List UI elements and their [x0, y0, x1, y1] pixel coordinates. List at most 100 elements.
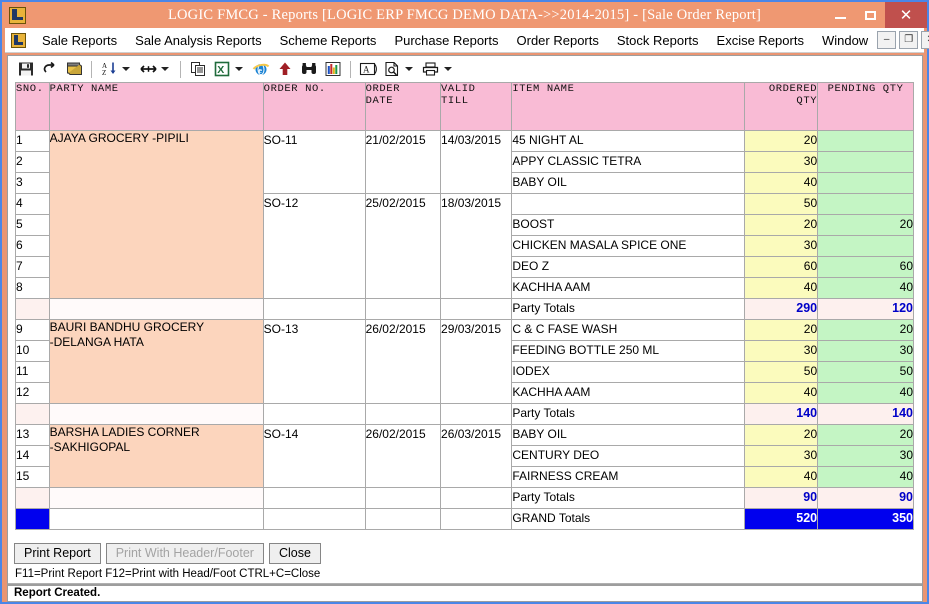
column-header-party-name[interactable]: PARTY NAME	[49, 83, 263, 131]
internet-explorer-icon[interactable]: e	[249, 58, 273, 80]
cell-sno: 6	[16, 236, 50, 257]
report-grid-container[interactable]: SNO. PARTY NAME ORDER NO. ORDER DATE VAL…	[15, 82, 918, 541]
cell-valid-till: 26/03/2015	[441, 425, 512, 488]
cell-item-name: CHICKEN MASALA SPICE ONE	[512, 236, 744, 257]
cell-ordered-qty: 90	[744, 488, 817, 509]
cell-item-name	[512, 194, 744, 215]
report-button-bar: Print Report Print With Header/Footer Cl…	[8, 541, 922, 565]
table-row[interactable]: 9BAURI BANDHU GROCERY -DELANGA HATASO-13…	[16, 320, 914, 341]
cell-party-name: BARSHA LADIES CORNER -SAKHIGOPAL	[49, 425, 263, 488]
menu-item-purchase-reports[interactable]: Purchase Reports	[385, 31, 507, 50]
cell-ordered-qty: 30	[744, 341, 817, 362]
cell-valid-till: 29/03/2015	[441, 320, 512, 404]
column-header-sno[interactable]: SNO.	[16, 83, 50, 131]
save-icon[interactable]	[14, 58, 38, 80]
cell-party-name: AJAYA GROCERY -PIPILI	[49, 131, 263, 299]
column-header-pending-qty[interactable]: PENDING QTY	[818, 83, 914, 131]
menu-item-order-reports[interactable]: Order Reports	[508, 31, 608, 50]
excel-export-icon[interactable]: X	[210, 58, 234, 80]
close-button[interactable]: Close	[269, 543, 321, 564]
print-preview-dropdown-icon[interactable]	[405, 67, 413, 71]
menu-item-scheme-reports[interactable]: Scheme Reports	[271, 31, 386, 50]
cell-sno	[16, 404, 50, 425]
party-total-row[interactable]: Party Totals290120	[16, 299, 914, 320]
undo-icon[interactable]	[38, 58, 62, 80]
excel-dropdown-icon[interactable]	[235, 67, 243, 71]
menu-item-window[interactable]: Window	[813, 31, 877, 50]
cell-order-no: SO-13	[263, 320, 365, 404]
grand-total-row[interactable]: GRAND Totals520350	[16, 509, 914, 530]
party-total-row[interactable]: Party Totals9090	[16, 488, 914, 509]
mdi-restore-button[interactable]: ❐	[899, 31, 918, 49]
column-header-order-date[interactable]: ORDER DATE	[365, 83, 440, 131]
application-window: LOGIC FMCG - Reports [LOGIC ERP FMCG DEM…	[0, 0, 929, 604]
print-preview-icon[interactable]	[380, 58, 404, 80]
sort-dropdown-icon[interactable]	[122, 67, 130, 71]
column-header-ordered-qty[interactable]: ORDERED QTY	[744, 83, 817, 131]
cell-party-name	[49, 488, 263, 509]
printer-dropdown-icon[interactable]	[444, 67, 452, 71]
cell-order-no: SO-12	[263, 194, 365, 299]
cell-sno: 8	[16, 278, 50, 299]
cell-sno: 9	[16, 320, 50, 341]
fit-width-icon[interactable]	[136, 58, 160, 80]
table-row[interactable]: 13BARSHA LADIES CORNER -SAKHIGOPALSO-142…	[16, 425, 914, 446]
cell-pending-qty: 30	[818, 341, 914, 362]
mdi-minimize-button[interactable]: –	[877, 31, 896, 49]
cell-sno	[16, 509, 50, 530]
copy-icon[interactable]	[186, 58, 210, 80]
cell-item-name: KACHHA AAM	[512, 278, 744, 299]
table-row[interactable]: 1AJAYA GROCERY -PIPILISO-1121/02/201514/…	[16, 131, 914, 152]
cell-ordered-qty: 50	[744, 194, 817, 215]
cell-item-name: CENTURY DEO	[512, 446, 744, 467]
cell-pending-qty	[818, 131, 914, 152]
mdi-close-button[interactable]: ✕	[921, 31, 929, 49]
status-bar: Report Created.	[7, 585, 923, 602]
cell-valid-till: 18/03/2015	[441, 194, 512, 299]
cell-pending-qty: 60	[818, 257, 914, 278]
svg-text:X: X	[217, 64, 224, 76]
binoculars-icon[interactable]	[297, 58, 321, 80]
menu-item-sale-reports[interactable]: Sale Reports	[33, 31, 126, 50]
cell-sno	[16, 488, 50, 509]
cell-pending-qty: 140	[818, 404, 914, 425]
window-minimize-button[interactable]	[825, 2, 855, 28]
cell-item-name: FEEDING BOTTLE 250 ML	[512, 341, 744, 362]
printer-icon[interactable]	[419, 58, 443, 80]
cell-ordered-qty: 30	[744, 236, 817, 257]
keyboard-hint-bar: F11=Print Report F12=Print with Head/Foo…	[8, 565, 922, 584]
print-with-header-footer-button: Print With Header/Footer	[106, 543, 264, 564]
print-report-button[interactable]: Print Report	[14, 543, 101, 564]
cell-order-date	[365, 299, 440, 320]
menu-item-stock-reports[interactable]: Stock Reports	[608, 31, 708, 50]
cell-order-no	[263, 488, 365, 509]
title-bar: LOGIC FMCG - Reports [LOGIC ERP FMCG DEM…	[2, 2, 927, 28]
cell-sno: 1	[16, 131, 50, 152]
cell-item-name: BOOST	[512, 215, 744, 236]
cell-order-no: SO-14	[263, 425, 365, 488]
menu-item-excise-reports[interactable]: Excise Reports	[708, 31, 813, 50]
column-header-order-no[interactable]: ORDER NO.	[263, 83, 365, 131]
cell-ordered-qty: 20	[744, 320, 817, 341]
bar-chart-icon[interactable]	[321, 58, 345, 80]
menu-item-sale-analysis-reports[interactable]: Sale Analysis Reports	[126, 31, 270, 50]
column-header-item-name[interactable]: ITEM NAME	[512, 83, 744, 131]
cell-item-name: IODEX	[512, 362, 744, 383]
fit-width-dropdown-icon[interactable]	[161, 67, 169, 71]
cell-item-name: BABY OIL	[512, 425, 744, 446]
column-header-valid-till[interactable]: VALID TILL	[441, 83, 512, 131]
cell-order-no	[263, 404, 365, 425]
toolbar-separator-2	[180, 61, 181, 78]
upload-arrow-icon[interactable]	[273, 58, 297, 80]
cell-pending-qty	[818, 236, 914, 257]
font-icon[interactable]: A	[356, 58, 380, 80]
sort-az-icon[interactable]: A Z	[97, 58, 121, 80]
window-maximize-button[interactable]	[855, 2, 885, 28]
window-card-icon[interactable]	[62, 58, 86, 80]
window-close-button[interactable]: ✕	[885, 2, 927, 28]
party-total-row[interactable]: Party Totals140140	[16, 404, 914, 425]
cell-pending-qty: 20	[818, 215, 914, 236]
menu-logic-logo-icon	[11, 33, 26, 48]
svg-text:Z: Z	[102, 69, 106, 77]
cell-item-name: Party Totals	[512, 488, 744, 509]
